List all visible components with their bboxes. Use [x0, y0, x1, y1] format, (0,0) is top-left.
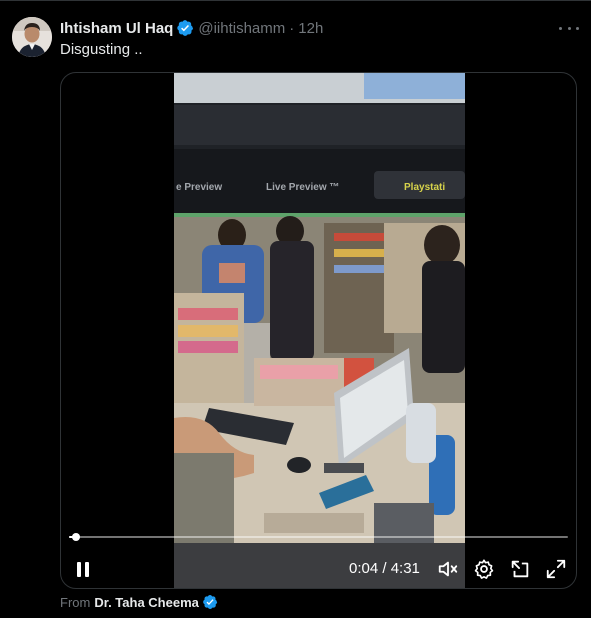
gear-icon [474, 559, 494, 579]
video-player[interactable]: e Preview Live Preview ™ Playstati 0:04 … [60, 72, 577, 589]
volume-muted-icon [438, 561, 458, 577]
pause-icon [77, 561, 81, 577]
fullscreen-icon [546, 559, 566, 579]
avatar[interactable] [12, 17, 52, 57]
picture-in-picture-button[interactable] [508, 557, 532, 581]
video-time-readout: 0:04 / 4:31 [349, 560, 420, 577]
more-options-icon[interactable] [559, 20, 579, 36]
fullscreen-button[interactable] [544, 557, 568, 581]
video-attribution: From Dr. Taha Cheema [60, 593, 218, 611]
video-progress-bar[interactable] [69, 533, 568, 541]
handle[interactable]: @iihtishamm [198, 20, 285, 37]
picture-in-picture-icon [511, 560, 529, 578]
mute-button[interactable] [436, 557, 460, 581]
video-progress-handle[interactable] [72, 533, 81, 541]
top-divider [0, 0, 591, 1]
separator-dot: · [289, 19, 295, 37]
pause-button[interactable] [71, 557, 95, 581]
video-frame[interactable]: e Preview Live Preview ™ Playstati [174, 73, 465, 588]
tweet-text: Disgusting .. [60, 41, 143, 58]
attribution-name[interactable]: Dr. Taha Cheema [94, 595, 199, 610]
settings-button[interactable] [472, 557, 496, 581]
from-label: From [60, 594, 91, 610]
video-still: e Preview Live Preview ™ Playstati [174, 73, 465, 588]
avatar-image [12, 17, 52, 57]
tweet-header: Ihtisham Ul Haq @iihtishamm · 12h [60, 17, 323, 39]
overlay-text-1: e Preview [176, 182, 222, 193]
verified-badge-icon [203, 595, 218, 609]
overlay-text-2: Live Preview ™ [266, 182, 339, 193]
verified-badge-icon[interactable] [176, 19, 194, 37]
overlay-text-3: Playstati [404, 182, 445, 193]
display-name[interactable]: Ihtisham Ul Haq [60, 20, 173, 37]
timestamp[interactable]: 12h [298, 20, 323, 37]
